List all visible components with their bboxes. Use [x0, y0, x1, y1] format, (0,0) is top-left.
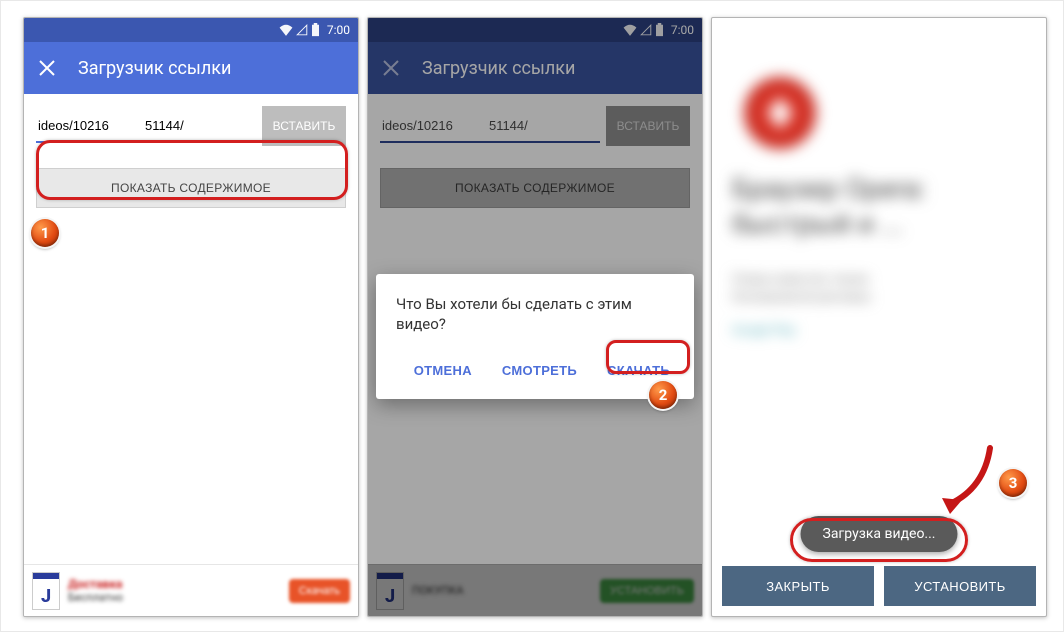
show-content-button[interactable]: ПОКАЗАТЬ СОДЕРЖИМОЕ [36, 168, 346, 208]
status-bar: 7:00 [24, 18, 358, 42]
install-button[interactable]: УСТАНОВИТЬ [884, 566, 1036, 606]
ad-text: Доставка Бесплатно [68, 577, 281, 604]
close-icon[interactable] [38, 59, 56, 77]
app-bar: Загрузчик ссылки [24, 42, 358, 94]
url-input[interactable] [36, 109, 256, 143]
google-play-label: Google Play [732, 323, 1026, 337]
ad-logo: J [32, 572, 60, 610]
ad-title: Браузер Opera: быстрый и ... [732, 171, 1026, 241]
ad-subtitle: Опера известен также блокировкой рекламы [732, 271, 1026, 307]
clock: 7:00 [327, 23, 350, 37]
signal-icon [296, 24, 308, 36]
ad-banner[interactable]: J Доставка Бесплатно Скачать [24, 564, 358, 616]
arrow-icon [932, 442, 1002, 522]
wifi-icon [279, 24, 293, 36]
screenshot-3: Браузер Opera: быстрый и ... Опера извес… [711, 17, 1047, 617]
dialog-cancel[interactable]: ОТМЕНА [410, 357, 476, 384]
step-marker-1: 1 [31, 219, 59, 247]
dialog-text: Что Вы хотели бы сделать с этим видео? [396, 294, 674, 335]
step-marker-3: 3 [999, 469, 1027, 497]
interstitial-ad: Браузер Opera: быстрый и ... Опера извес… [726, 77, 1032, 337]
opera-icon [744, 77, 816, 149]
step-marker-2: 2 [649, 381, 677, 409]
paste-button[interactable]: ВСТАВИТЬ [262, 106, 346, 146]
appbar-title: Загрузчик ссылки [78, 58, 231, 79]
screenshot-1: 7:00 Загрузчик ссылки ВСТАВИТЬ ПОКАЗАТЬ … [23, 17, 359, 617]
screenshot-2: 7:00 Загрузчик ссылки ВСТАВИТЬ ПОКАЗАТЬ … [367, 17, 703, 617]
dialog-watch[interactable]: СМОТРЕТЬ [498, 357, 581, 384]
action-dialog: Что Вы хотели бы сделать с этим видео? О… [376, 274, 694, 399]
close-button[interactable]: ЗАКРЫТЬ [722, 566, 874, 606]
ad-cta[interactable]: Скачать [289, 579, 350, 603]
dialog-download[interactable]: СКАЧАТЬ [603, 357, 674, 384]
battery-icon [311, 23, 320, 37]
